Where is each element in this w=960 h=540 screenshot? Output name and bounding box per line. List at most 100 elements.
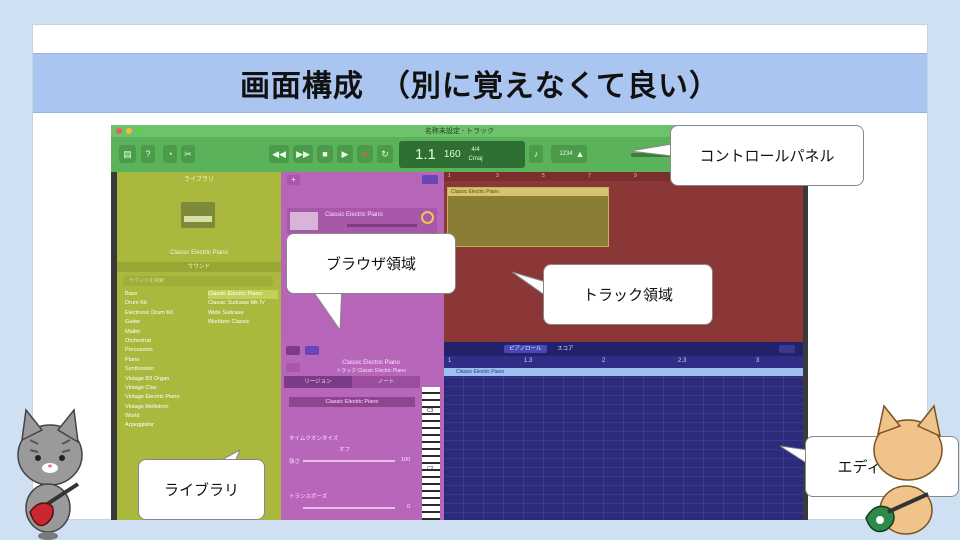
library-category[interactable]: World — [125, 412, 205, 421]
quantize-select[interactable]: オフ — [339, 445, 350, 453]
library-category[interactable]: Bass — [125, 290, 205, 299]
library-sound[interactable]: Wide Suitcase — [208, 309, 278, 318]
ruler-mark: 3 — [496, 173, 499, 179]
ruler-mark: 9 — [634, 173, 637, 179]
record-button[interactable]: ● — [357, 145, 373, 163]
editor-instrument-name: Classic Electric Piano — [342, 360, 400, 366]
editor-tab-bar: ピアノロール スコア — [444, 342, 803, 356]
track-pan-knob[interactable] — [421, 211, 434, 224]
region-name-field[interactable]: Classic Electric Piano — [289, 397, 415, 407]
strength-label: 強さ — [289, 459, 301, 465]
editor-track-subtitle: トラック:Classic Electric Piano — [336, 368, 406, 374]
browser-callout: ブラウザ領域 — [286, 233, 456, 294]
time-quantize-label: タイムクオンタイズ — [289, 436, 339, 442]
cycle-icon[interactable]: ↻ — [377, 145, 393, 163]
tab-score[interactable]: スコア — [552, 345, 579, 353]
piano-roll-editor: ピアノロール スコア 1 1.3 2 2.3 3 Classic Electri… — [444, 342, 803, 520]
library-category[interactable]: Percussion — [125, 346, 205, 355]
tab-piano-roll[interactable]: ピアノロール — [504, 345, 547, 353]
electric-piano-icon — [181, 202, 215, 228]
tab-region[interactable]: リージョン — [284, 376, 352, 388]
editor-options-icon[interactable] — [779, 345, 795, 353]
help-icon[interactable]: ? — [141, 145, 155, 163]
metronome-icon[interactable]: ▲ — [573, 145, 587, 163]
library-toggle-icon[interactable]: ▤ — [119, 145, 136, 163]
piano-keys — [184, 216, 212, 222]
lcd-display[interactable]: 1.1 160 4/4 Cmaj — [399, 141, 525, 168]
lcd-signature: 4/4 — [471, 146, 480, 153]
gray-cat-guitar-illustration — [17, 408, 83, 540]
editors-icon[interactable]: ✂ — [181, 145, 195, 163]
track-filter-icon[interactable] — [422, 175, 438, 184]
tab-note[interactable]: ノート — [352, 376, 420, 388]
library-category[interactable]: Vintage Clav — [125, 384, 205, 393]
library-category[interactable]: Electronic Drum Kit — [125, 309, 205, 318]
library-category[interactable]: Arpeggiator — [125, 421, 205, 430]
key-label: C3 — [427, 408, 434, 414]
track-row[interactable]: Classic Electric Piano — [287, 208, 437, 234]
piano-keyboard[interactable] — [422, 387, 440, 520]
ruler-mark: 7 — [588, 173, 591, 179]
library-category[interactable]: Vintage Electric Piano — [125, 393, 205, 402]
library-category[interactable]: Piano — [125, 356, 205, 365]
transpose-value: 0 — [407, 504, 411, 510]
library-category[interactable]: Orchestral — [125, 337, 205, 346]
editor-ruler-mark: 2 — [602, 358, 606, 364]
library-sound-heading: サウンド — [117, 262, 281, 272]
slide-title: 画面構成 （別に覚えなくて良い） — [239, 69, 721, 104]
lcd-tempo: 160 — [443, 149, 461, 160]
editor-ruler-mark: 1 — [448, 358, 452, 364]
lcd-signature-key: 4/4 Cmaj — [469, 146, 483, 164]
editor-mode-icon[interactable] — [286, 346, 300, 355]
editor-ruler-mark: 1.3 — [524, 358, 533, 364]
smart-controls-icon[interactable]: ◔ — [163, 145, 177, 163]
rewind-button[interactable]: ◀◀ — [269, 145, 289, 163]
library-instrument-name: Classic Electric Piano — [170, 250, 228, 256]
ruler-mark: 5 — [542, 173, 545, 179]
track-region[interactable]: Classic Electric Piano — [447, 187, 609, 247]
library-search-input[interactable]: サウンドを検索 — [123, 276, 273, 286]
strength-slider[interactable] — [303, 460, 395, 462]
library-category[interactable]: Synthesizer — [125, 365, 205, 374]
tuner-icon[interactable]: ♪ — [529, 145, 543, 163]
editor-ruler-mark: 3 — [756, 358, 760, 364]
fast-forward-button[interactable]: ▶▶ — [293, 145, 313, 163]
library-category-list: Bass Drum Kit Electronic Drum Kit Guitar… — [125, 290, 205, 431]
library-category[interactable]: Vintage Mellotron — [125, 403, 205, 412]
slide-title-bar: 画面構成 （別に覚えなくて良い） — [33, 53, 927, 113]
library-sound[interactable]: Wurlitzer Classic — [208, 318, 278, 327]
key-label: C2 — [427, 466, 434, 472]
track-instrument-name: Classic Electric Piano — [325, 212, 383, 218]
editor-ruler-mark: 2.3 — [678, 358, 687, 364]
editor-inspector: Classic Electric Piano トラック:Classic Elec… — [281, 342, 444, 520]
add-track-icon[interactable]: + — [287, 175, 300, 185]
library-sound[interactable]: Classic Suitcase Mk IV — [208, 299, 278, 308]
track-instrument-icon — [290, 212, 318, 230]
play-button[interactable]: ▶ — [337, 145, 353, 163]
library-category[interactable]: Vintage B3 Organ — [125, 375, 205, 384]
library-category[interactable]: Mallet — [125, 328, 205, 337]
library-callout: ライブラリ — [138, 459, 265, 520]
track-region-name: Classic Electric Piano — [448, 188, 608, 196]
strength-value: 100 — [401, 457, 411, 463]
editor-ruler[interactable]: 1 1.3 2 2.3 3 — [444, 356, 803, 368]
editor-filter-icon[interactable] — [305, 346, 319, 355]
lcd-position: 1.1 — [415, 146, 436, 163]
transpose-label: トランスポーズ — [289, 494, 328, 500]
track-volume-slider[interactable] — [347, 224, 417, 227]
transpose-slider[interactable] — [303, 507, 395, 509]
library-category[interactable]: Guitar — [125, 318, 205, 327]
ruler-mark: 1 — [448, 173, 451, 179]
editor-inspector-tabs: リージョン ノート — [284, 376, 420, 388]
editor-region-bar[interactable]: Classic Electric Piano — [444, 368, 803, 376]
editor-instrument-icon — [286, 363, 300, 372]
control-panel-callout: コントロールパネル — [670, 125, 864, 186]
lcd-key: Cmaj — [468, 155, 483, 162]
library-heading: ライブラリ — [183, 177, 214, 183]
library-sound[interactable]: Classic Electric Piano — [208, 290, 278, 300]
orange-cat-guitar-illustration — [865, 404, 943, 535]
library-category[interactable]: Drum Kit — [125, 299, 205, 308]
track-callout: トラック領域 — [543, 264, 713, 325]
stop-button[interactable]: ■ — [317, 145, 333, 163]
library-sound-list: Classic Electric Piano Classic Suitcase … — [208, 290, 278, 328]
